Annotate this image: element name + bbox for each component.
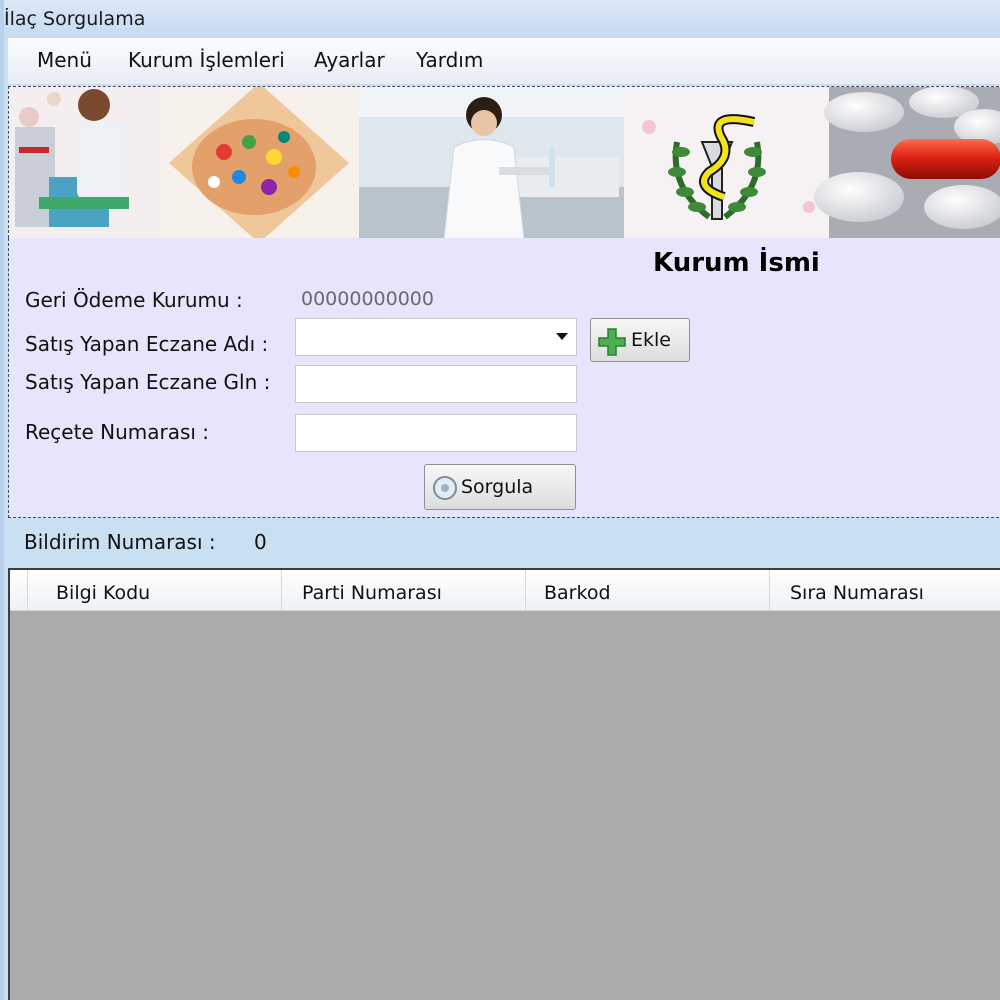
menu-bar: Menü Kurum İşlemleri Ayarlar Yardım: [8, 38, 1000, 85]
bildirim-label: Bildirim Numarası :: [24, 530, 216, 554]
grid-row-header-corner: [10, 570, 28, 610]
ekle-label: Ekle: [631, 329, 671, 351]
sorgula-button[interactable]: Sorgula: [424, 464, 576, 510]
eczane-gln-input[interactable]: [295, 365, 577, 403]
grid-header: Bilgi Kodu Parti Numarası Barkod Sıra Nu…: [10, 570, 1000, 611]
recete-label: Reçete Numarası :: [25, 420, 210, 444]
column-header-bilgi-kodu[interactable]: Bilgi Kodu: [28, 570, 282, 610]
title-bar[interactable]: İlaç Sorgulama: [4, 0, 1000, 38]
menu-item-ayarlar[interactable]: Ayarlar: [314, 48, 385, 72]
query-form-panel: Kurum İsmi Geri Ödeme Kurumu : 000000000…: [8, 238, 1000, 518]
eczane-adi-dropdown[interactable]: [295, 318, 577, 356]
eczane-gln-label: Satış Yapan Eczane Gln :: [25, 370, 271, 394]
search-disc-icon: [433, 476, 457, 500]
banner-image: [9, 87, 1000, 238]
eczane-adi-label: Satış Yapan Eczane Adı :: [25, 332, 269, 356]
geri-odeme-value: 00000000000: [301, 288, 434, 310]
geri-odeme-label: Geri Ödeme Kurumu :: [25, 288, 243, 312]
results-grid[interactable]: Bilgi Kodu Parti Numarası Barkod Sıra Nu…: [8, 568, 1000, 1000]
sorgula-label: Sorgula: [461, 476, 534, 498]
ekle-button[interactable]: Ekle: [590, 318, 690, 362]
plus-icon: [598, 328, 626, 356]
column-header-parti-numarasi[interactable]: Parti Numarası: [282, 570, 526, 610]
menu-item-yardim[interactable]: Yardım: [416, 48, 483, 72]
app-window: İlaç Sorgulama Menü Kurum İşlemleri Ayar…: [0, 0, 1000, 1000]
kurum-ismi-heading: Kurum İsmi: [653, 248, 820, 278]
status-area: Bildirim Numarası : 0: [8, 518, 1000, 568]
menu-item-menu[interactable]: Menü: [37, 48, 92, 72]
recete-input[interactable]: [295, 414, 577, 452]
bildirim-value: 0: [254, 530, 267, 554]
pharmacy-banner: [8, 86, 1000, 238]
column-header-sira-numarasi[interactable]: Sıra Numarası: [770, 570, 1000, 610]
window-title: İlaç Sorgulama: [4, 8, 146, 30]
menu-item-kurum-islemleri[interactable]: Kurum İşlemleri: [128, 48, 285, 72]
chevron-down-icon[interactable]: [556, 333, 568, 340]
column-header-barkod[interactable]: Barkod: [526, 570, 770, 610]
